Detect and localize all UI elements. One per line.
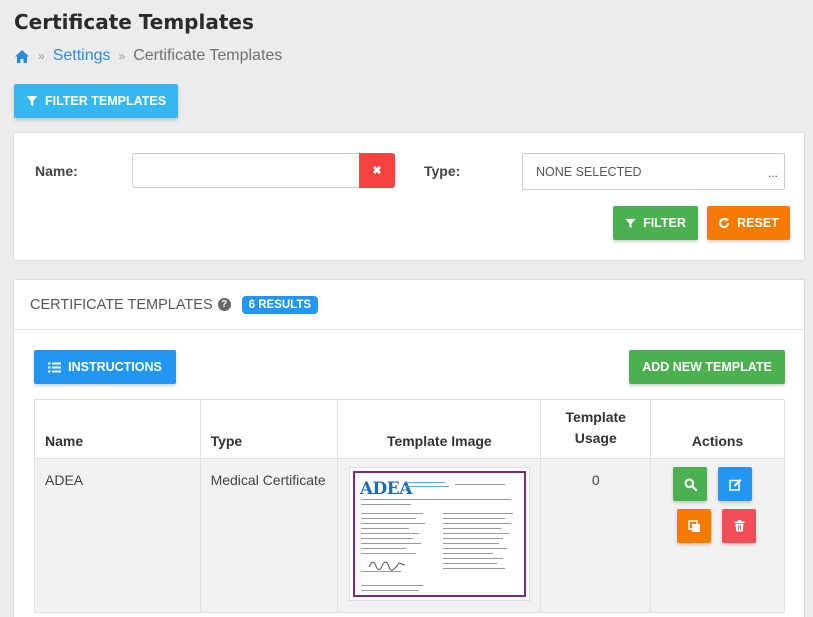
thumbnail-logo-subtitle xyxy=(404,482,449,491)
reset-button[interactable]: RESET xyxy=(707,206,790,240)
trash-icon xyxy=(734,520,745,532)
thumbnail-text-line xyxy=(360,553,416,555)
thumbnail-text-line xyxy=(360,518,416,520)
thumbnail-text-line xyxy=(454,484,505,486)
thumbnail-text-line xyxy=(360,533,419,535)
refresh-icon xyxy=(718,217,730,229)
results-title: CERTIFICATE TEMPLATES xyxy=(30,296,213,313)
thumbnail-text-line xyxy=(442,548,507,550)
instructions-label: INSTRUCTIONS xyxy=(68,360,162,374)
thumbnail-text-line xyxy=(442,568,505,570)
results-header: CERTIFICATE TEMPLATES ? 6 RESULTS xyxy=(14,280,804,330)
thumbnail-text-line xyxy=(442,523,511,525)
row-type: Medical Certificate xyxy=(199,458,339,613)
column-header-template-image: Template Image xyxy=(337,399,542,459)
thumbnail-text-line xyxy=(442,528,501,530)
thumbnail-text-line xyxy=(360,538,413,540)
thumbnail-text-line xyxy=(360,548,406,550)
breadcrumb-settings-link[interactable]: Settings xyxy=(53,47,111,65)
duplicate-button[interactable] xyxy=(677,509,712,543)
search-icon xyxy=(684,478,697,491)
reset-button-label: RESET xyxy=(737,216,779,230)
thumbnail-text-line xyxy=(442,553,493,555)
breadcrumb-separator: » xyxy=(118,49,126,63)
thumbnail-text-line xyxy=(360,543,421,545)
row-actions xyxy=(650,458,785,613)
close-icon: ✖ xyxy=(372,165,382,177)
template-thumbnail[interactable]: ADEA xyxy=(348,467,530,601)
table-header-row: Name Type Template Image Template Usage … xyxy=(34,399,785,459)
clear-name-button[interactable]: ✖ xyxy=(359,153,395,188)
thumbnail-text-line xyxy=(360,523,425,525)
type-select-value: NONE SELECTED xyxy=(536,164,642,179)
type-select-ellipsis: ... xyxy=(767,166,778,180)
thumbnail-text-line xyxy=(360,571,401,573)
help-icon[interactable]: ? xyxy=(217,298,231,311)
thumbnail-text-line xyxy=(442,518,505,520)
copy-icon xyxy=(687,519,701,533)
templates-table: Name Type Template Image Template Usage … xyxy=(34,399,785,613)
breadcrumb-current: Certificate Templates xyxy=(133,47,283,64)
thumbnail-text-line xyxy=(442,558,503,560)
thumbnail-text-line xyxy=(442,563,497,565)
results-panel: CERTIFICATE TEMPLATES ? 6 RESULTS INSTRU… xyxy=(13,279,805,617)
thumbnail-text-line xyxy=(442,513,513,515)
home-icon[interactable] xyxy=(14,49,30,64)
column-header-name[interactable]: Name xyxy=(34,399,201,459)
thumbnail-text-line xyxy=(360,504,411,506)
filter-templates-label: FILTER TEMPLATES xyxy=(44,94,167,108)
name-label: Name: xyxy=(35,163,78,179)
column-header-template-usage[interactable]: Template Usage xyxy=(540,399,652,459)
row-usage: 0 xyxy=(540,458,652,613)
thumbnail-text-line xyxy=(414,499,511,501)
column-header-actions: Actions xyxy=(650,399,785,459)
view-button[interactable] xyxy=(673,467,708,501)
thumbnail-text-line xyxy=(360,585,423,587)
thumbnail-text-line xyxy=(360,513,423,515)
add-new-template-button[interactable]: ADD NEW TEMPLATE xyxy=(629,350,785,384)
row-name: ADEA xyxy=(34,458,201,613)
filter-icon xyxy=(625,218,636,229)
edit-button[interactable] xyxy=(718,467,753,501)
thumbnail-text-line xyxy=(360,499,421,501)
delete-button[interactable] xyxy=(722,509,757,543)
filter-icon xyxy=(26,95,38,107)
thumbnail-text-line xyxy=(442,538,503,540)
filter-panel: Name: ✖ Type: NONE SELECTED ... FILTER R… xyxy=(13,132,805,261)
results-count-badge: 6 RESULTS xyxy=(241,295,319,314)
signature-mark xyxy=(368,561,405,571)
filter-button[interactable]: FILTER xyxy=(613,206,698,240)
edit-icon xyxy=(728,478,742,491)
breadcrumb-separator: » xyxy=(38,49,45,63)
type-label: Type: xyxy=(424,163,461,179)
thumbnail-text-line xyxy=(442,533,509,535)
filter-button-label: FILTER xyxy=(643,216,686,230)
column-header-type[interactable]: Type xyxy=(199,399,339,459)
instructions-button[interactable]: INSTRUCTIONS xyxy=(34,350,176,384)
thumbnail-text-line xyxy=(360,590,419,592)
name-input[interactable] xyxy=(132,153,359,188)
thumbnail-text-line xyxy=(360,528,409,530)
row-template-image-cell: ADEA xyxy=(337,458,542,613)
thumbnail-text-line xyxy=(442,543,499,545)
filter-templates-button[interactable]: FILTER TEMPLATES xyxy=(14,84,178,118)
table-row: ADEA Medical Certificate ADEA 0 xyxy=(34,458,785,613)
breadcrumb: » Settings » Certificate Templates xyxy=(14,47,282,65)
list-icon xyxy=(48,362,62,373)
page-title: Certificate Templates xyxy=(14,10,254,34)
type-select[interactable]: NONE SELECTED ... xyxy=(522,153,785,190)
